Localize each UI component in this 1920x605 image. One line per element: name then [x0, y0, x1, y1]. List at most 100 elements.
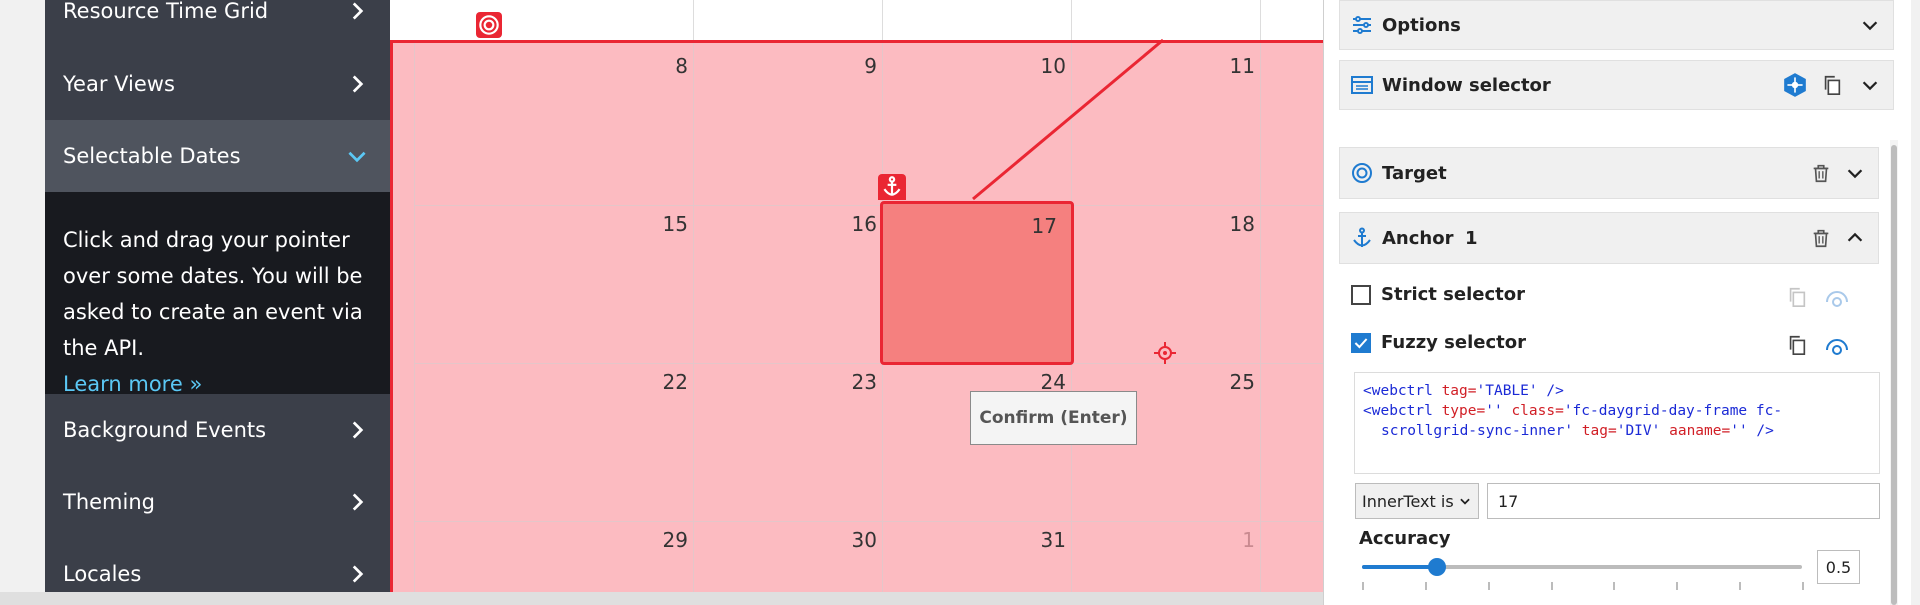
- target-icon: [479, 15, 499, 35]
- slider-tick: [1676, 582, 1679, 590]
- code-token: />: [1546, 383, 1564, 399]
- chevron-right-icon: [352, 2, 364, 20]
- sidebar-item-resource-time-grid[interactable]: Resource Time Grid: [45, 0, 390, 31]
- copy-icon[interactable]: [1786, 334, 1808, 356]
- fuzzy-selector-label: Fuzzy selector: [1381, 332, 1526, 353]
- panel-scrollbar-thumb[interactable]: [1891, 145, 1897, 605]
- highlight-eye-icon[interactable]: [1824, 286, 1850, 308]
- sidebar-description: Click and drag your pointer over some da…: [45, 192, 390, 396]
- selector-code-editor[interactable]: <webctrl tag='TABLE' /> <webctrl type=''…: [1354, 372, 1880, 474]
- anchor-icon: [1353, 227, 1371, 247]
- strict-selector-checkbox[interactable]: [1351, 284, 1371, 305]
- code-token: />: [1756, 423, 1774, 439]
- target-marker[interactable]: [476, 12, 502, 38]
- innertext-value-input[interactable]: 17: [1487, 483, 1880, 519]
- chevron-down-icon[interactable]: [1859, 14, 1881, 36]
- slider-tick: [1550, 582, 1553, 590]
- code-token: tag=: [1581, 423, 1617, 439]
- sidebar-item-year-views[interactable]: Year Views: [45, 48, 390, 120]
- window-icon: [1351, 76, 1373, 94]
- sidebar-nav: Resource Time Grid Year Views Selectable…: [45, 0, 390, 592]
- slider-tick: [1613, 582, 1616, 590]
- chevron-up-icon[interactable]: [1844, 227, 1866, 249]
- code-token: tag=: [1441, 383, 1477, 399]
- fuzzy-selector-checkbox[interactable]: [1351, 332, 1371, 353]
- code-token: '': [1730, 423, 1748, 439]
- code-line: <webctrl type='' class='fc-daygrid-day-f…: [1363, 401, 1871, 421]
- chevron-down-icon[interactable]: [1844, 162, 1866, 184]
- learn-more-link[interactable]: Learn more »: [63, 372, 202, 396]
- anchor-link-line: [972, 38, 1164, 201]
- calendar-grid[interactable]: 8 9 10 11 15 16 18 22 23 24 25 29 30 31 …: [390, 0, 1325, 600]
- code-token: <webctrl: [1363, 383, 1433, 399]
- window-selector-label: Window selector: [1382, 74, 1551, 96]
- sidebar-item-locales[interactable]: Locales: [45, 538, 390, 592]
- options-label: Options: [1382, 14, 1461, 36]
- sidebar-item-label: Year Views: [63, 72, 175, 96]
- chevron-down-icon: [348, 151, 366, 163]
- innertext-operator-select[interactable]: InnerText is: [1355, 483, 1479, 519]
- sidebar-item-label: Background Events: [63, 418, 267, 442]
- chevron-right-icon: [352, 565, 364, 583]
- code-token: aaname=: [1669, 423, 1731, 439]
- highlight-eye-icon[interactable]: [1824, 334, 1850, 356]
- sidebar-item-background-events[interactable]: Background Events: [45, 394, 390, 466]
- anchor-count: 1: [1465, 227, 1478, 249]
- selector-panel: Options Window selector Target Anchor 1 …: [1323, 0, 1911, 605]
- day-number[interactable]: 17: [997, 214, 1057, 238]
- accuracy-slider-fill: [1362, 565, 1437, 569]
- trash-icon[interactable]: [1810, 227, 1832, 249]
- chevron-right-icon: [352, 421, 364, 439]
- copy-icon[interactable]: [1786, 286, 1808, 308]
- anchor-label: Anchor: [1382, 227, 1454, 249]
- slider-tick: [1802, 582, 1804, 590]
- crosshair-icon: [1154, 342, 1176, 364]
- code-token: 'DIV': [1616, 423, 1661, 439]
- sliders-icon: [1353, 16, 1371, 34]
- accuracy-label: Accuracy: [1359, 528, 1451, 549]
- confirm-button[interactable]: Confirm (Enter): [970, 391, 1137, 445]
- code-line: <webctrl tag='TABLE' />: [1363, 381, 1871, 401]
- page-gutter: [0, 0, 45, 605]
- code-line: scrollgrid-sync-inner' tag='DIV' aaname=…: [1363, 421, 1871, 441]
- accuracy-slider-handle[interactable]: [1427, 558, 1446, 576]
- chevron-right-icon: [352, 493, 364, 511]
- fuzzy-selector-row[interactable]: Fuzzy selector: [1351, 332, 1526, 353]
- slider-tick: [1739, 582, 1742, 590]
- anchor-icon: [883, 176, 901, 196]
- sidebar-item-label: Resource Time Grid: [63, 0, 269, 23]
- description-text: Click and drag your pointer over some da…: [63, 228, 363, 360]
- sidebar-item-label: Theming: [63, 490, 155, 514]
- code-token: 'TABLE': [1476, 383, 1538, 399]
- bottom-scrollbar[interactable]: [0, 592, 1323, 605]
- strict-selector-label: Strict selector: [1381, 284, 1525, 305]
- window-selector-section[interactable]: Window selector: [1339, 60, 1894, 110]
- target-label: Target: [1382, 162, 1447, 184]
- anchor-section[interactable]: Anchor 1: [1339, 212, 1879, 264]
- chevron-down-icon: [1460, 498, 1470, 505]
- code-token: '': [1485, 403, 1503, 419]
- slider-tick: [1362, 582, 1364, 590]
- sidebar-item-label: Locales: [63, 562, 142, 586]
- options-section[interactable]: Options: [1339, 0, 1894, 50]
- code-token: <webctrl: [1363, 403, 1433, 419]
- sidebar-item-selectable-dates[interactable]: Selectable Dates: [45, 120, 390, 192]
- checkmark-icon: [1354, 337, 1368, 348]
- sidebar-item-theming[interactable]: Theming: [45, 466, 390, 538]
- target-icon: [1352, 163, 1372, 183]
- code-token: scrollgrid-sync-inner': [1381, 423, 1574, 439]
- target-section[interactable]: Target: [1339, 147, 1879, 199]
- anchor-highlight-box[interactable]: 17: [880, 201, 1074, 365]
- selector-picker-icon[interactable]: [1782, 72, 1808, 98]
- chevron-right-icon: [352, 75, 364, 93]
- anchor-marker[interactable]: [878, 174, 906, 200]
- innertext-select-label: InnerText is: [1362, 491, 1454, 511]
- trash-icon[interactable]: [1810, 162, 1832, 184]
- chevron-down-icon[interactable]: [1859, 74, 1881, 96]
- code-token: type=: [1441, 403, 1486, 419]
- accuracy-value-input[interactable]: 0.5: [1817, 550, 1860, 584]
- code-token: 'fc-daygrid-day-frame fc-: [1563, 403, 1783, 419]
- sidebar-item-label: Selectable Dates: [63, 144, 241, 168]
- copy-icon[interactable]: [1821, 74, 1843, 96]
- strict-selector-row[interactable]: Strict selector: [1351, 284, 1525, 305]
